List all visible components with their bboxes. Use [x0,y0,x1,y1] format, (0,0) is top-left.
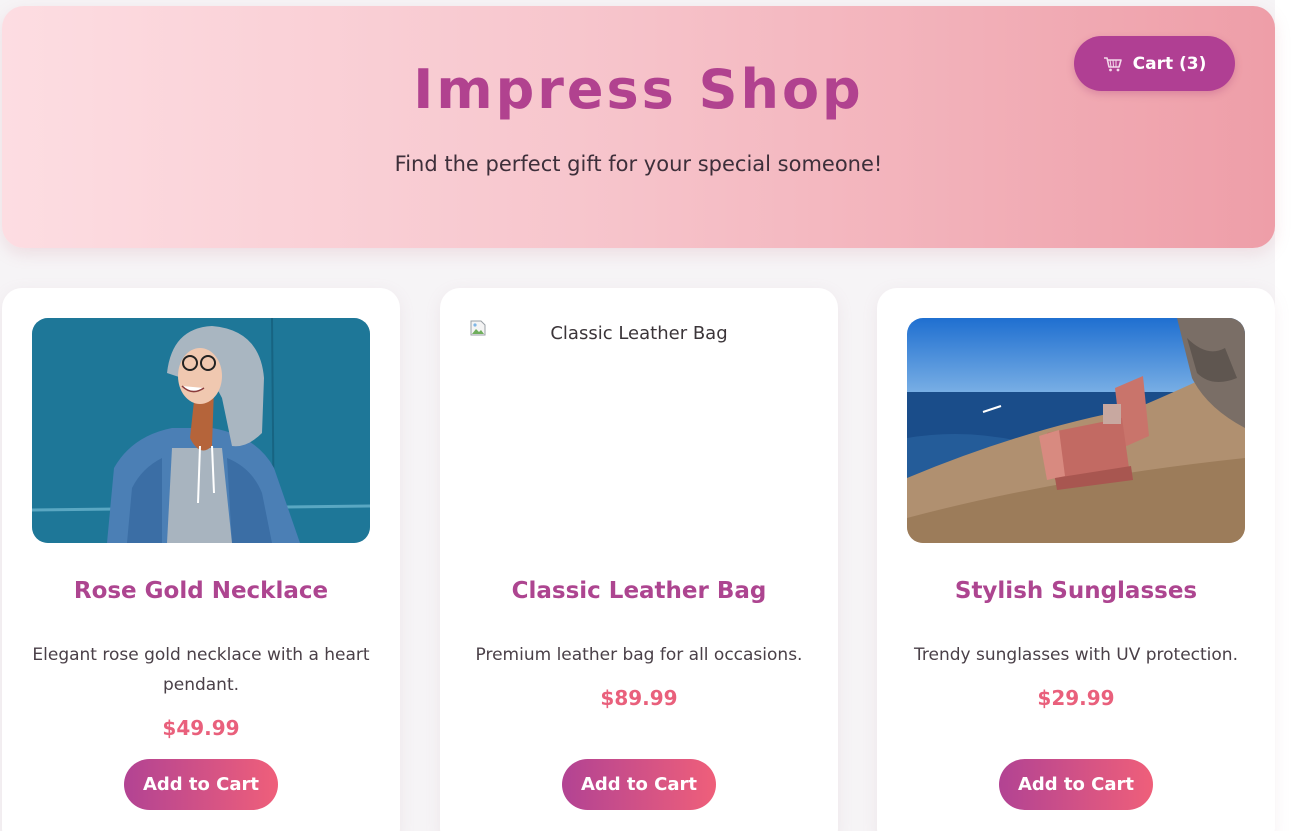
product-card-classic-leather-bag: Classic Leather Bag Classic Leather Bag … [440,288,838,831]
cart-button-label: Cart (3) [1132,53,1207,74]
product-name: Stylish Sunglasses [954,578,1198,604]
product-name: Rose Gold Necklace [73,578,329,604]
product-card-rose-gold-necklace: Rose Gold Necklace Elegant rose gold nec… [2,288,400,831]
broken-image-alt-text: Classic Leather Bag [550,323,728,344]
add-to-cart-button[interactable]: Add to Cart [999,759,1153,810]
add-to-cart-button[interactable]: Add to Cart [562,759,716,810]
product-card-stylish-sunglasses: Stylish Sunglasses Trendy sunglasses wit… [877,288,1275,831]
cart-button[interactable]: Cart (3) [1074,36,1235,91]
product-description: Trendy sunglasses with UV protection. [914,645,1238,665]
product-description: Elegant rose gold necklace with a heart … [32,645,370,695]
product-image-broken: Classic Leather Bag [470,318,808,543]
product-price: $49.99 [162,716,240,740]
product-image-armchair-on-seaside-rocks [907,318,1245,543]
product-description: Premium leather bag for all occasions. [475,645,803,665]
add-to-cart-button[interactable]: Add to Cart [124,759,278,810]
page: Impress Shop Find the perfect gift for y… [0,0,1314,831]
product-image-woman-in-denim-jacket [32,318,370,543]
shop-header: Impress Shop Find the perfect gift for y… [2,6,1275,248]
shopping-cart-icon [1103,56,1123,72]
shop-tagline: Find the perfect gift for your special s… [394,152,883,176]
product-name: Classic Leather Bag [511,578,767,604]
product-price: $89.99 [600,686,678,710]
product-price: $29.99 [1037,686,1115,710]
